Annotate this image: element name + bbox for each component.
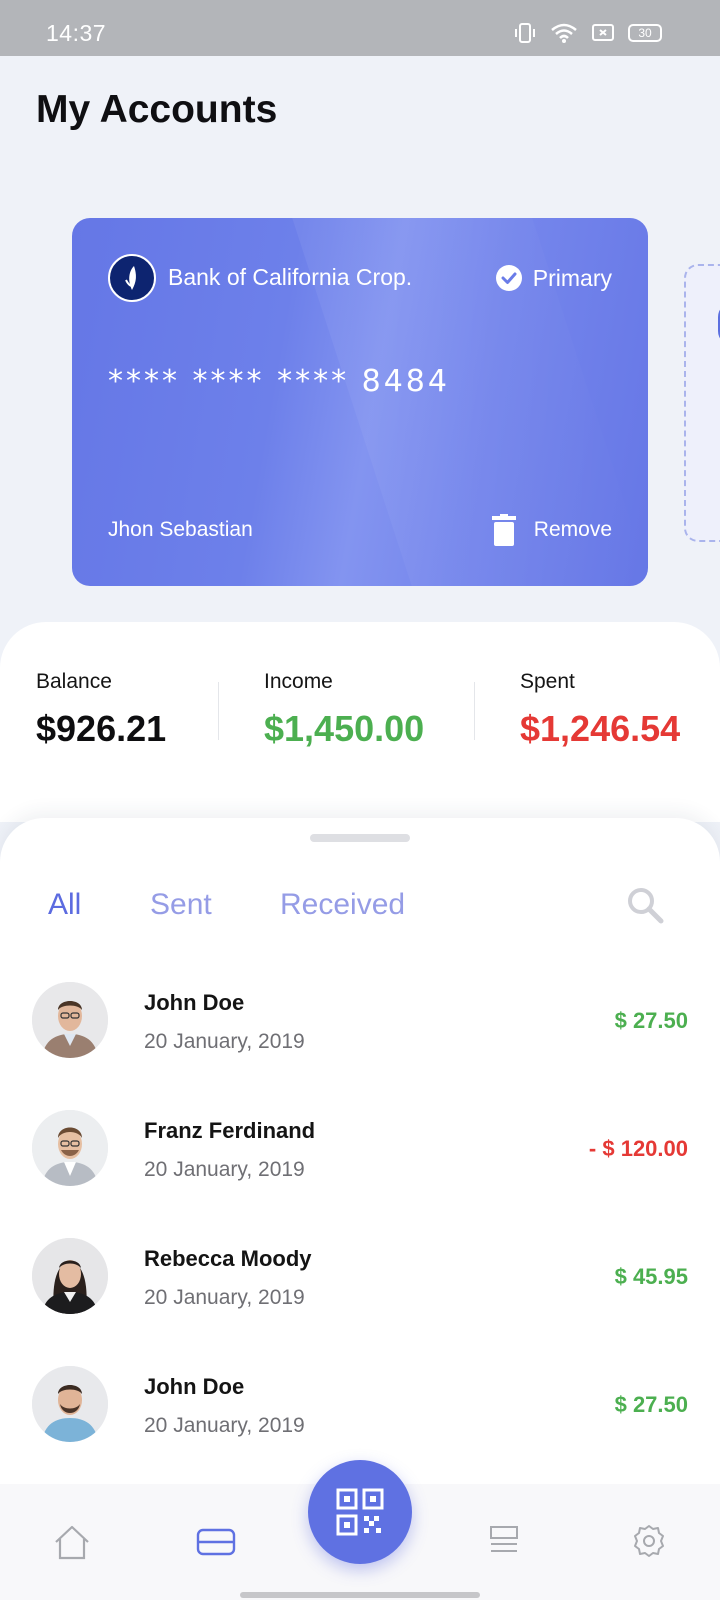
drag-handle[interactable] (310, 834, 410, 842)
tab-all[interactable]: All (48, 888, 81, 922)
vibrate-icon (515, 23, 535, 43)
transaction-row[interactable]: John Doe 20 January, 2019 $ 27.50 (0, 982, 720, 1082)
transaction-date: 20 January, 2019 (144, 1158, 305, 1181)
transaction-row[interactable]: John Doe 20 January, 2019 $ 27.50 (0, 1366, 720, 1466)
nav-list[interactable] (488, 1524, 520, 1561)
transaction-name: John Doe (144, 990, 245, 1015)
primary-label: Primary (532, 264, 612, 291)
transaction-amount: $ 45.95 (614, 1264, 688, 1289)
nav-settings[interactable] (632, 1524, 666, 1563)
status-icons: 30 (514, 22, 662, 44)
nav-cards[interactable] (196, 1524, 236, 1563)
card-holder-name: Jhon Sebastian (108, 518, 253, 541)
battery-level: 30 (638, 26, 652, 40)
transaction-date: 20 January, 2019 (144, 1414, 305, 1437)
transaction-row[interactable]: Franz Ferdinand 20 January, 2019 - $ 120… (0, 1110, 720, 1210)
qr-code-icon (336, 1488, 384, 1536)
tab-sent[interactable]: Sent (150, 888, 212, 922)
remove-label: Remove (533, 518, 612, 541)
add-card-placeholder[interactable] (684, 264, 720, 542)
sim-icon (592, 24, 614, 41)
stat-spent: Spent $1,246.54 (520, 670, 680, 750)
settings-icon (634, 1525, 664, 1557)
avatar (32, 1366, 108, 1442)
bank-name: Bank of California Crop. (168, 264, 413, 290)
income-label: Income (264, 670, 333, 693)
card-icon (196, 1528, 236, 1556)
avatar (32, 1238, 108, 1314)
avatar (32, 982, 108, 1058)
status-time: 14:37 (46, 20, 107, 46)
transaction-name: John Doe (144, 1374, 245, 1399)
spent-value: $1,246.54 (520, 708, 681, 749)
tab-received[interactable]: Received (280, 888, 405, 922)
status-bar: 14:37 30 (0, 0, 720, 56)
transaction-date: 20 January, 2019 (144, 1286, 305, 1309)
transaction-date: 20 January, 2019 (144, 1030, 305, 1053)
list-icon (490, 1526, 518, 1552)
balance-value: $926.21 (36, 708, 167, 749)
bank-card[interactable]: Bank of California Crop. Primary **** **… (72, 218, 648, 586)
remove-card-button[interactable]: Remove (491, 514, 612, 546)
search-icon (628, 888, 664, 924)
card-number: **** **** **** 8484 (108, 364, 450, 399)
balance-label: Balance (36, 670, 112, 693)
home-indicator[interactable] (240, 1592, 480, 1598)
search-button[interactable] (626, 886, 664, 929)
trash-icon (491, 514, 516, 546)
primary-badge[interactable]: Primary (495, 264, 612, 292)
page-title: My Accounts (36, 88, 278, 131)
avatar (32, 1110, 108, 1186)
qr-scan-button[interactable] (308, 1460, 412, 1564)
stat-income: Income $1,450.00 (264, 670, 424, 750)
stat-divider (218, 682, 219, 740)
income-value: $1,450.00 (264, 708, 425, 749)
check-circle-icon (495, 265, 522, 291)
transaction-amount: - $ 120.00 (588, 1136, 688, 1161)
bank-logo-icon (108, 254, 156, 302)
wifi-icon (551, 23, 577, 43)
battery-icon: 30 (628, 24, 662, 42)
home-icon (55, 1525, 89, 1560)
stat-divider (474, 682, 475, 740)
spent-label: Spent (520, 670, 575, 693)
stat-balance: Balance $926.21 (36, 670, 166, 750)
transaction-name: Franz Ferdinand (144, 1118, 316, 1143)
transaction-name: Rebecca Moody (144, 1246, 312, 1271)
transaction-amount: $ 27.50 (614, 1392, 688, 1417)
account-stats: Balance $926.21 Income $1,450.00 Spent $… (0, 622, 720, 822)
transaction-row[interactable]: Rebecca Moody 20 January, 2019 $ 45.95 (0, 1238, 720, 1338)
nav-home[interactable] (52, 1524, 92, 1565)
transaction-amount: $ 27.50 (614, 1008, 688, 1033)
